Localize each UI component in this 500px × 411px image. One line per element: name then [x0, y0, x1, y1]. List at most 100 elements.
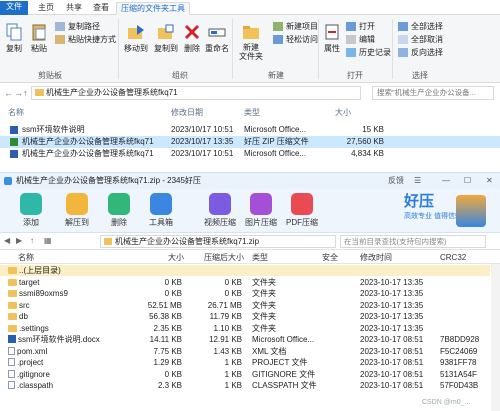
tab-home[interactable]: 主页 — [34, 2, 58, 15]
toolbox-label: 工具箱 — [149, 218, 173, 227]
zip-item-modified: 2023-10-17 13:35 — [360, 312, 424, 321]
toolbox-button[interactable]: 工具箱 — [144, 193, 178, 228]
zip-file-row[interactable]: src 52.51 MB 26.71 MB 文件夹 2023-10-17 13:35 — [0, 300, 490, 311]
zip-delete-button[interactable]: 删除 — [102, 193, 136, 228]
zip-file-row[interactable]: .project 1.29 KB 1 KB PROJECT 文件 2023-10-17 … — [0, 357, 490, 368]
video-compress-button[interactable]: 视频压缩 — [203, 193, 237, 228]
add-button[interactable]: 添加 — [14, 193, 48, 228]
col-name[interactable]: 名称 — [8, 107, 24, 118]
zip-item-type: 文件夹 — [252, 323, 276, 333]
invert-selection-button[interactable]: 反向选择 — [398, 47, 443, 58]
zcol-security[interactable]: 安全 — [322, 251, 338, 264]
close-icon[interactable]: ✕ — [486, 173, 493, 189]
up-arrow-icon[interactable]: ↑ — [23, 88, 28, 98]
zip-file-row[interactable]: target 0 KB 0 KB 文件夹 2023-10-17 13:35 — [0, 277, 490, 288]
ribbon-tab-bar: 文件 主页 共享 查看 压缩的文件夹工具 — [0, 0, 500, 15]
easy-access-button[interactable]: 轻松访问 — [273, 34, 318, 45]
zip-item-modified: 2023-10-17 08:51 — [360, 381, 424, 390]
paste-shortcut-button[interactable]: 粘贴快捷方式 — [55, 34, 116, 45]
select-all-button[interactable]: 全部选择 — [398, 21, 443, 32]
history-button[interactable]: 历史记录 — [346, 47, 391, 58]
zip-view-icon[interactable]: ▦ — [44, 236, 52, 245]
zip-file-row[interactable]: .classpath 2.3 KB 1 KB CLASSPATH 文件 2023-10-… — [0, 380, 490, 391]
folder-icon — [8, 267, 17, 274]
minimize-icon[interactable]: — — [442, 173, 450, 189]
zip-forward-icon[interactable]: ▶ — [16, 236, 22, 245]
tab-share[interactable]: 共享 — [62, 2, 86, 15]
history-label: 历史记录 — [359, 48, 391, 57]
feedback-link[interactable]: 反馈 — [388, 173, 404, 189]
zip-item-crc: 9381FF78 — [440, 358, 477, 367]
zip-back-icon[interactable]: ◀ — [4, 236, 10, 245]
zip-item-crc: F5C24069 — [440, 346, 478, 356]
image-compress-button[interactable]: 图片压缩 — [244, 193, 278, 228]
explorer-search-input[interactable]: 搜索"机械生产企业办公设备... — [372, 86, 494, 100]
zip-item-type: PROJECT 文件 — [252, 358, 308, 367]
select-none-icon — [398, 35, 408, 44]
file-modified: 2023/10/17 10:51 — [171, 125, 234, 134]
zip-file-row[interactable]: pom.xml 7.75 KB 1.43 KB XML 文档 2023-10-17 08… — [0, 346, 490, 357]
pdf-compress-label: PDF压缩 — [286, 218, 318, 227]
col-type[interactable]: 类型 — [244, 107, 260, 118]
zip-path-field[interactable]: 机械生产企业办公设备管理系统fkq71.zip — [100, 235, 336, 248]
zcol-name[interactable]: 名称 — [18, 251, 34, 264]
file-name: 机械生产企业办公设备管理系统fkq71 — [22, 137, 154, 146]
add-label: 添加 — [23, 218, 39, 227]
back-arrow-icon[interactable]: ← — [4, 88, 13, 98]
menu-icon[interactable]: ☰ — [414, 173, 421, 189]
tab-compressed-tools[interactable]: 压缩的文件夹工具 — [116, 2, 190, 15]
zip-item-name: ..(上层目录) — [19, 266, 61, 275]
file-icon — [8, 369, 15, 378]
select-none-button[interactable]: 全部取消 — [398, 34, 443, 45]
zip-file-row[interactable]: ..(上层目录) — [0, 265, 490, 276]
explorer-path-field[interactable]: 机械生产企业办公设备管理系统fkq71 — [31, 86, 361, 100]
zip-file-row[interactable]: .settings 2.35 KB 1.10 KB 文件夹 2023-10-17 13:… — [0, 323, 490, 334]
pdf-compress-button[interactable]: PDF压缩 — [285, 193, 319, 228]
maximize-icon[interactable]: ☐ — [464, 173, 471, 189]
col-modified[interactable]: 修改日期 — [171, 107, 203, 118]
rename-button[interactable]: 重命名 — [204, 23, 230, 54]
delete-button[interactable]: 删除 — [182, 23, 202, 54]
explorer-file-row[interactable]: 机械生产企业办公设备管理系统fkq71 2023/10/17 13:35 好压 ZI… — [0, 136, 500, 148]
explorer-file-row[interactable]: 机械生产企业办公设备管理系统fkq71 2023/10/17 10:51 Micro… — [0, 148, 500, 160]
zip-file-row[interactable]: ssm环境软件说明.docx 14.11 KB 12.91 KB Microsoft … — [0, 334, 490, 345]
folder-icon — [8, 313, 17, 320]
edit-button[interactable]: 编辑 — [346, 34, 375, 45]
zip-file-row[interactable]: db 56.38 KB 11.79 KB 文件夹 2023-10-17 13:35 — [0, 311, 490, 322]
explorer-file-row[interactable]: ssm环境软件说明 2023/10/17 10:51 Microsoft Offic… — [0, 124, 500, 136]
new-item-button[interactable]: 新建项目 — [273, 21, 318, 32]
rename-label: 重命名 — [205, 44, 229, 53]
tab-file[interactable]: 文件 — [0, 1, 28, 15]
open-button[interactable]: 打开 — [346, 21, 375, 32]
zip-search-input[interactable]: 在当前目录查找(支持包内搜索) — [340, 235, 486, 248]
zip-file-row[interactable]: .gitignore 0 KB 1 KB GITIGNORE 文件 2023-10-17… — [0, 369, 490, 380]
zip-scrollbar[interactable] — [491, 264, 500, 411]
extract-to-button[interactable]: 解压到 — [60, 193, 94, 228]
properties-button[interactable]: 属性 — [322, 23, 342, 54]
zcol-modified[interactable]: 修改时间 — [360, 251, 392, 264]
col-size[interactable]: 大小 — [335, 107, 351, 118]
copy-to-button[interactable]: 复制到 — [152, 23, 180, 54]
new-folder-button[interactable]: 新建 文件夹 — [236, 23, 266, 61]
copy-button[interactable]: 复制 — [3, 23, 25, 54]
forward-arrow-icon[interactable]: → — [14, 88, 23, 98]
zip-item-packed: 26.71 MB — [207, 300, 242, 310]
zcol-packed[interactable]: 压缩后大小 — [204, 251, 244, 264]
copy-path-button[interactable]: 复制路径 — [55, 21, 100, 32]
explorer-path-text: 机械生产企业办公设备管理系统fkq71 — [46, 88, 178, 97]
zip-window: 机械生产企业办公设备管理系统fkq71.zip - 2345好压 反馈 ☰ — … — [0, 172, 500, 411]
image-icon — [250, 193, 272, 215]
zcol-size[interactable]: 大小 — [168, 251, 184, 264]
zcol-crc[interactable]: CRC32 — [440, 251, 466, 264]
file-name: ssm环境软件说明 — [22, 125, 85, 134]
zip-file-row[interactable]: ssmi89oxms9 0 KB 0 KB 文件夹 2023-10-17 13:35 — [0, 288, 490, 299]
zip-item-name: src — [19, 300, 30, 310]
open-icon — [346, 22, 356, 31]
zip-up-icon[interactable]: ↑ — [30, 236, 34, 245]
zcol-type[interactable]: 类型 — [252, 251, 268, 264]
zip-item-size: 56.38 KB — [149, 312, 182, 321]
paste-button[interactable]: 粘贴 — [28, 23, 50, 54]
zip-item-modified: 2023-10-17 08:51 — [360, 335, 424, 344]
tab-view[interactable]: 查看 — [89, 2, 113, 15]
move-to-button[interactable]: 移动到 — [122, 23, 150, 54]
